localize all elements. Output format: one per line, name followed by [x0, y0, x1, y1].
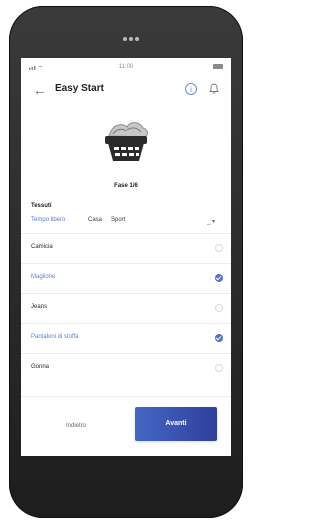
- camera-dot-icon: [123, 37, 127, 41]
- page-title: Easy Start: [55, 83, 104, 94]
- status-time: 11:00: [118, 64, 134, 70]
- status-bar: 11:00: [21, 58, 231, 76]
- top-header: ← Easy Start i: [21, 76, 231, 104]
- list-item-pantaloni-di-stoffa[interactable]: Pantaloni di stoffa: [21, 323, 231, 353]
- unchecked-circle-icon[interactable]: [215, 364, 223, 372]
- camera-dot-icon: [129, 37, 133, 41]
- list-item-label: Camicia: [31, 244, 53, 250]
- list-item-label: Gonna: [31, 364, 50, 370]
- back-button[interactable]: Indietro: [41, 417, 111, 435]
- list-item-jeans[interactable]: Jeans: [21, 293, 231, 323]
- info-button[interactable]: i: [185, 83, 197, 95]
- bell-icon[interactable]: [207, 82, 221, 96]
- phone-top-bezel: [9, 6, 243, 60]
- camera-dot-icon: [135, 37, 139, 41]
- list-item-maglione[interactable]: Maglione: [21, 263, 231, 293]
- list-item-camicia[interactable]: Camicia: [21, 233, 231, 263]
- fabric-category-tabs: Tempo libero Casa Sport _ ▾: [21, 215, 231, 231]
- list-item-label: Pantaloni di stoffa: [31, 334, 79, 340]
- phase-label: Fase 1/6: [114, 183, 138, 189]
- laundry-basket-icon: [105, 122, 148, 161]
- back-arrow-button[interactable]: ←: [31, 81, 49, 99]
- tab-sport[interactable]: Sport: [111, 217, 125, 223]
- battery-icon: [213, 64, 223, 69]
- list-item-label: Jeans: [31, 304, 48, 310]
- phone-frame: 11:00 ← Easy Start i Fase 1/6 Tessuti Te…: [9, 6, 243, 518]
- list-item-label: Maglione: [31, 274, 56, 280]
- tabs-dropdown[interactable]: _ ▾: [207, 218, 223, 228]
- section-title: Tessuti: [31, 203, 52, 209]
- list-item-gonna[interactable]: Gonna: [21, 353, 231, 383]
- unchecked-circle-icon[interactable]: [215, 304, 223, 312]
- check-icon[interactable]: [215, 334, 223, 342]
- unchecked-circle-icon[interactable]: [215, 244, 223, 252]
- app-screen: 11:00 ← Easy Start i Fase 1/6 Tessuti Te…: [21, 58, 231, 456]
- next-button[interactable]: Avanti: [135, 407, 217, 441]
- phone-bottom-bezel: [9, 456, 243, 518]
- bottom-action-bar: Indietro Avanti: [21, 396, 231, 456]
- info-icon: i: [190, 85, 192, 94]
- check-icon[interactable]: [215, 274, 223, 282]
- tab-tempo-libero[interactable]: Tempo libero: [31, 217, 65, 223]
- tab-casa[interactable]: Casa: [88, 217, 102, 223]
